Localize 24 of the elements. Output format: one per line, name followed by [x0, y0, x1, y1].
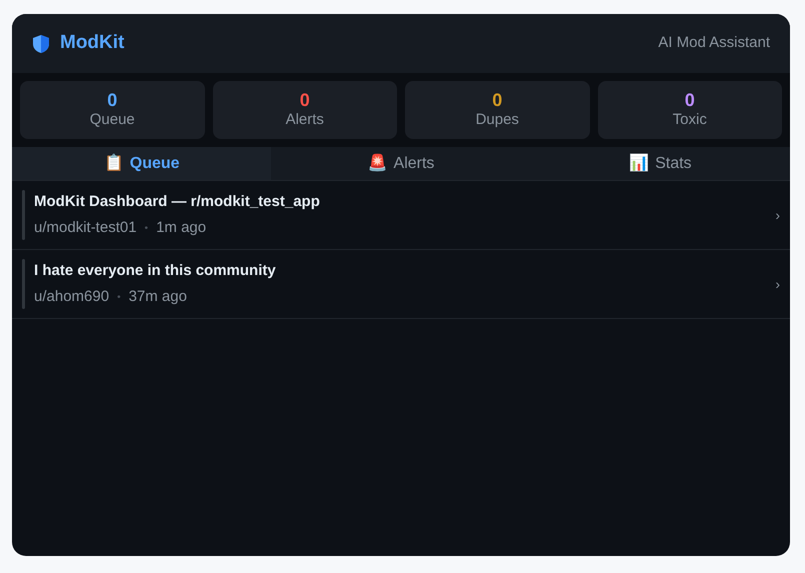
- chevron-icon: ›: [775, 204, 780, 226]
- stat-label: Queue: [90, 110, 135, 130]
- stat-value: 0: [492, 90, 502, 110]
- stat-value: 0: [300, 90, 310, 110]
- queue-item[interactable]: ModKit Dashboard — r/modkit_test_app u/modkit-test01 • 1m ago ›: [12, 181, 790, 250]
- separator-dot: •: [144, 222, 148, 236]
- tab[interactable]: 📋 Queue: [12, 147, 272, 180]
- stat-value: 0: [107, 90, 118, 110]
- stat-label: Alerts: [286, 110, 324, 130]
- stat-value: 0: [684, 90, 695, 110]
- post-title: ModKit Dashboard — r/modkit_test_app: [34, 192, 321, 212]
- app-title: ModKit: [60, 31, 124, 56]
- post-time: 1m ago: [156, 218, 206, 238]
- stat-label: Toxic: [672, 110, 707, 130]
- app-subtitle: AI Mod Assistant: [658, 33, 770, 54]
- post-author: u/modkit-test01: [34, 218, 137, 238]
- queue-item[interactable]: I hate everyone in this community u/ahom690 • 37m ago ›: [12, 250, 790, 319]
- post-author: u/ahom690: [34, 287, 110, 307]
- separator-dot: •: [117, 290, 121, 305]
- post-time: 37m ago: [128, 287, 187, 307]
- shield-icon: [32, 34, 50, 54]
- post-title: I hate everyone in this community: [34, 260, 277, 280]
- chevron-icon: ›: [775, 274, 780, 294]
- stat-label: Dupes: [476, 110, 519, 130]
